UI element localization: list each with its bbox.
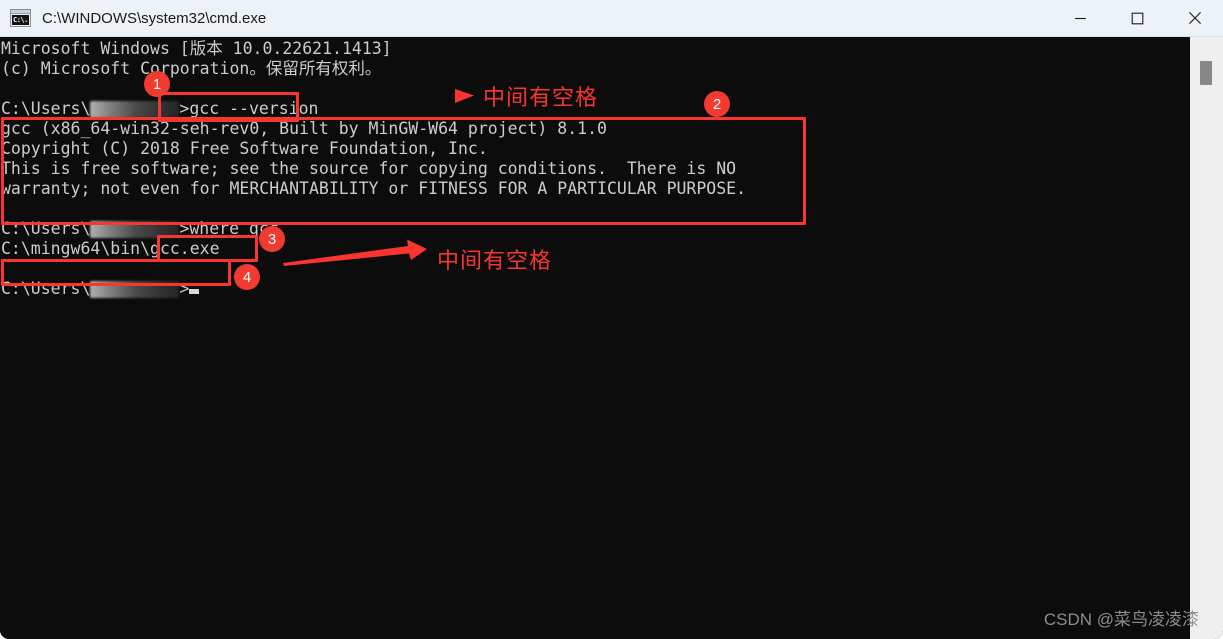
minimize-button[interactable] [1052,0,1109,37]
terminal-command-text: >gcc --version [179,99,319,118]
terminal-text: warranty; not even for MERCHANTABILITY o… [1,179,747,198]
terminal-output-area[interactable]: Microsoft Windows [版本 10.0.22621.1413] (c… [0,37,1190,639]
terminal-line: Microsoft Windows [版本 10.0.22621.1413] [1,39,1190,59]
terminal-text: (c) Microsoft Corporation。保留所有权利。 [1,59,382,78]
terminal-command-text: > [179,279,190,298]
terminal-text: gcc (x86_64-win32-seh-rev0, Built by Min… [1,119,607,138]
cmd-icon-titlestrip [11,10,30,14]
terminal-text: C:\mingw64\bin\gcc.exe [1,239,220,258]
redacted-username [90,281,180,298]
cmd-icon: C:\. [10,9,31,27]
csdn-watermark: CSDN @菜鸟凌凌漆 [1043,610,1199,629]
terminal-line: gcc (x86_64-win32-seh-rev0, Built by Min… [1,119,1190,139]
scrollbar-thumb[interactable] [1200,61,1212,85]
window-controls [1052,0,1223,37]
terminal-line: C:\Users\ > [1,279,1190,299]
terminal-line: (c) Microsoft Corporation。保留所有权利。 [1,59,1190,79]
window-title: C:\WINDOWS\system32\cmd.exe [42,9,267,27]
terminal-prompt-path: C:\Users\ [1,279,91,298]
terminal-line: C:\Users\ >where gcc [1,219,1190,239]
terminal-text: Microsoft Windows [版本 10.0.22621.1413] [1,39,392,58]
redacted-username [90,221,180,238]
cmd-icon-screen: C:\. [12,15,29,25]
terminal-text: Copyright (C) 2018 Free Software Foundat… [1,139,488,158]
terminal-line: This is free software; see the source fo… [1,159,1190,179]
terminal-line: C:\Users\ >gcc --version [1,99,1190,119]
maximize-button[interactable] [1109,0,1166,37]
terminal-prompt-path: C:\Users\ [1,219,91,238]
terminal-line: warranty; not even for MERCHANTABILITY o… [1,179,1190,199]
window-titlebar[interactable]: C:\. C:\WINDOWS\system32\cmd.exe [0,0,1223,37]
terminal-scrollbar[interactable] [1190,37,1223,639]
terminal-text: This is free software; see the source fo… [1,159,737,178]
cmd-window: C:\. C:\WINDOWS\system32\cmd.exe Microso… [0,0,1223,639]
terminal-prompt-path: C:\Users\ [1,99,91,118]
terminal-line: Copyright (C) 2018 Free Software Foundat… [1,139,1190,159]
terminal-command-text: >where gcc [179,219,279,238]
terminal-lines: Microsoft Windows [版本 10.0.22621.1413] (c… [1,39,1190,299]
close-button[interactable] [1166,0,1223,37]
terminal-cursor [189,289,200,294]
redacted-username [90,101,180,118]
terminal-line: C:\mingw64\bin\gcc.exe [1,239,1190,259]
